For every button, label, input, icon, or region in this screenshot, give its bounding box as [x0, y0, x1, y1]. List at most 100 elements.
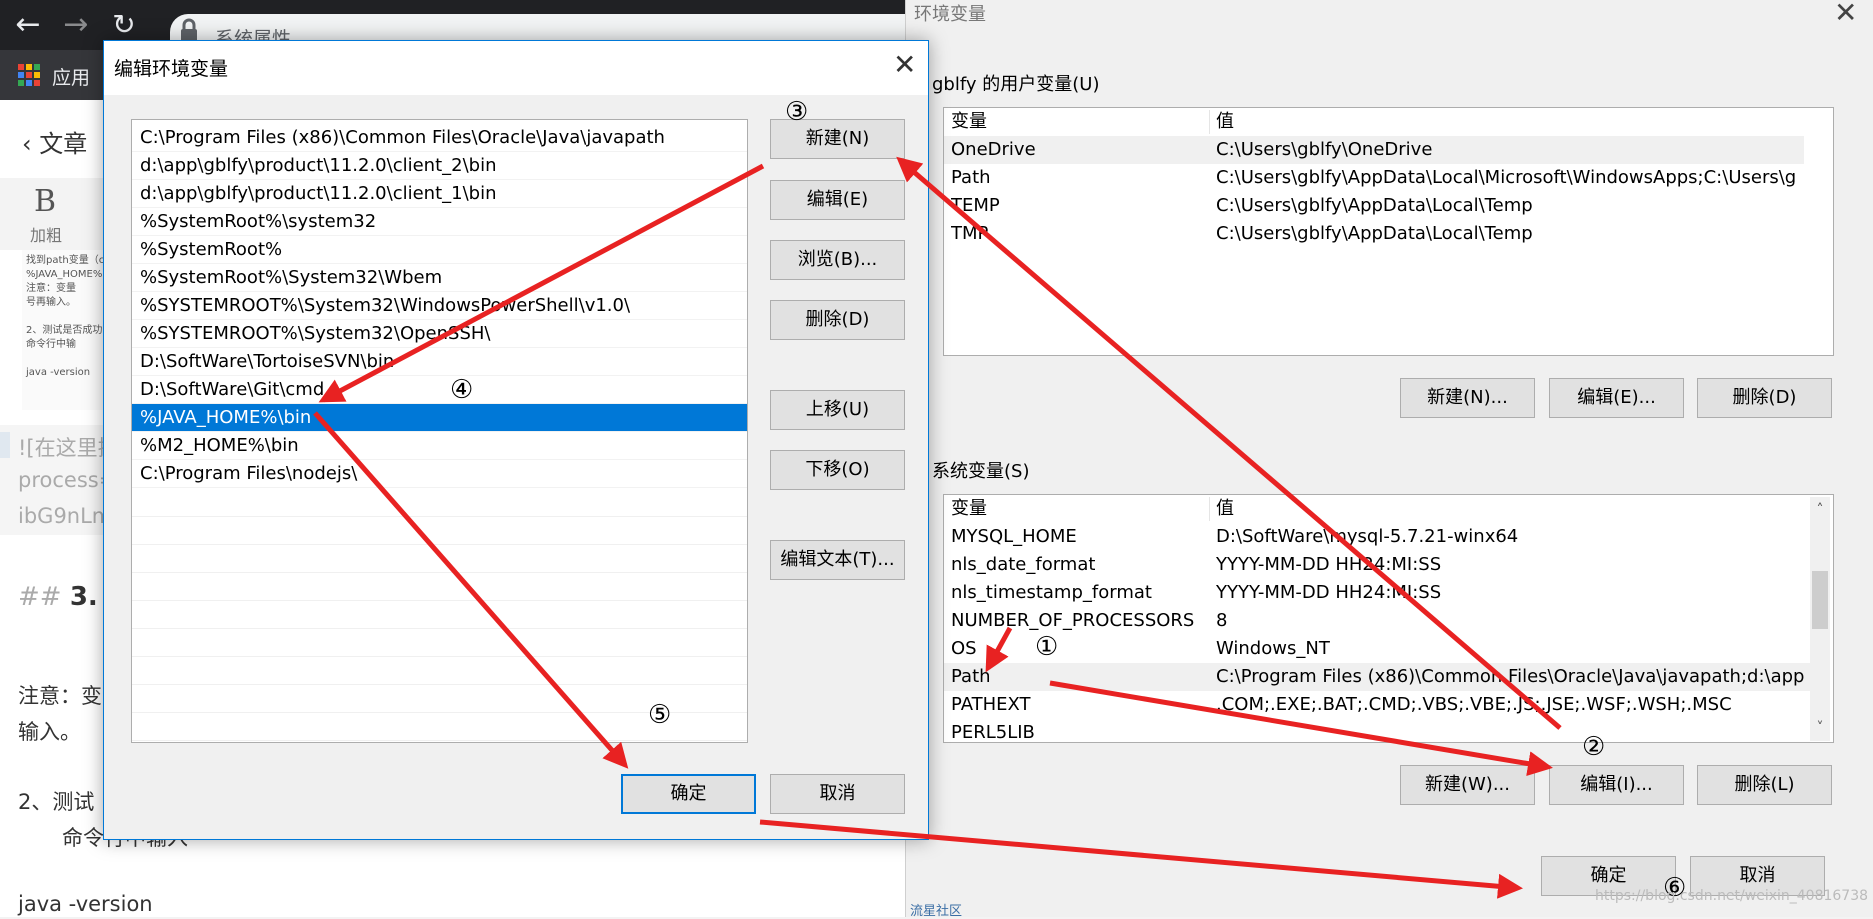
list-header: 变量 值: [944, 108, 1833, 136]
variable-row[interactable]: nls_timestamp_format YYYY-MM-DD HH24:MI:S…: [944, 579, 1810, 607]
column-header-value[interactable]: 值: [1216, 108, 1234, 136]
path-entry[interactable]: d:\app\gblfy\product\11.2.0\client_1\bin: [132, 180, 747, 208]
back-arrow-icon[interactable]: ←: [8, 5, 48, 45]
variable-name: NUMBER_OF_PROCESSORS: [951, 610, 1195, 631]
variable-name: nls_date_format: [951, 554, 1096, 575]
variable-value: C:\Users\gblfy\AppData\Local\Temp: [1216, 195, 1533, 216]
path-entry[interactable]: %SYSTEMROOT%\System32\WindowsPowerShell\…: [132, 292, 747, 320]
path-edit-button[interactable]: 编辑(E): [770, 180, 905, 220]
dialog-ok-button[interactable]: 确定: [621, 774, 756, 814]
reload-icon[interactable]: ↻: [104, 5, 144, 45]
system-variables-list[interactable]: 变量 值 MYSQL_HOME D:\SoftWare\mysql-5.7.21-…: [943, 494, 1834, 743]
apps-grid-dot: [18, 72, 24, 78]
thumbnail-line: 2、测试是否成功: [26, 325, 103, 336]
forward-arrow-icon[interactable]: →: [56, 5, 96, 45]
path-entries-list[interactable]: C:\Program Files (x86)\Common Files\Orac…: [131, 119, 748, 743]
empty-row[interactable]: [132, 544, 747, 573]
variable-row[interactable]: NUMBER_OF_PROCESSORS 8: [944, 607, 1810, 635]
apps-bookmark-label[interactable]: 应用: [52, 63, 90, 90]
variable-row[interactable]: MYSQL_HOME D:\SoftWare\mysql-5.7.21-winx6…: [944, 523, 1810, 551]
variable-name: TMP: [951, 223, 989, 244]
heading-text: 3.: [69, 582, 98, 612]
editor-preview-thumbnail: 找到path变量（c %JAVA_HOME% 注意：变量 号再输入。 2、测试是否成功命…: [22, 250, 114, 410]
article-back-link[interactable]: ‹ 文章: [22, 124, 87, 159]
empty-row[interactable]: [132, 488, 747, 517]
variable-value: 8: [1216, 610, 1228, 631]
path-entry[interactable]: D:\SoftWare\TortoiseSVN\bin: [132, 348, 747, 376]
user-edit-button[interactable]: 编辑(E)...: [1549, 378, 1684, 418]
thumbnail-line: 号再输入。: [26, 297, 76, 308]
user-new-button[interactable]: 新建(N)...: [1400, 378, 1535, 418]
section-heading: ## 3.: [18, 582, 98, 612]
variable-value: D:\SoftWare\mysql-5.7.21-winx64: [1216, 526, 1519, 547]
path-delete-button[interactable]: 删除(D): [770, 300, 905, 340]
apps-grid-dot: [26, 72, 32, 78]
path-entry[interactable]: C:\Program Files\nodejs\: [132, 460, 747, 488]
path-entry[interactable]: C:\Program Files (x86)\Common Files\Orac…: [132, 124, 747, 152]
empty-row[interactable]: [132, 712, 747, 741]
system-delete-button[interactable]: 删除(L): [1697, 765, 1832, 805]
user-variables-list[interactable]: 变量 值 OneDrive C:\Users\gblfy\OneDrive Path…: [943, 107, 1834, 356]
chevron-up-icon[interactable]: ˄: [1810, 497, 1830, 523]
chevron-down-icon[interactable]: ˅: [1810, 715, 1830, 741]
variable-value: YYYY-MM-DD HH24:MI:SS: [1216, 554, 1442, 575]
path-entry[interactable]: %SystemRoot%: [132, 236, 747, 264]
empty-row[interactable]: [132, 600, 747, 629]
column-header-value[interactable]: 值: [1216, 495, 1234, 523]
bold-button[interactable]: B: [34, 184, 56, 219]
path-entry[interactable]: %SYSTEMROOT%\System32\OpenSSH\: [132, 320, 747, 348]
window-title: 环境变量: [914, 4, 986, 25]
variable-row[interactable]: TEMP C:\Users\gblfy\AppData\Local\Temp: [944, 192, 1804, 220]
bold-button-label: 加粗: [30, 226, 63, 245]
empty-row[interactable]: [132, 628, 747, 657]
dialog-cancel-button[interactable]: 取消: [770, 774, 905, 814]
test-line: 2、测试: [18, 790, 95, 814]
system-variables-group-label: 系统变量(S): [932, 461, 1030, 482]
variable-row[interactable]: OneDrive C:\Users\gblfy\OneDrive: [944, 136, 1804, 164]
variable-row[interactable]: Path C:\Users\gblfy\AppData\Local\Microso…: [944, 164, 1804, 192]
footer-link[interactable]: 流星社区: [910, 900, 962, 919]
path-entry[interactable]: %JAVA_HOME%\bin: [132, 404, 747, 432]
variable-row[interactable]: TMP C:\Users\gblfy\AppData\Local\Temp: [944, 220, 1804, 248]
variable-row[interactable]: nls_date_format YYYY-MM-DD HH24:MI:SS: [944, 551, 1810, 579]
path-edit-text-button[interactable]: 编辑文本(T)...: [770, 540, 905, 580]
path-entry[interactable]: %SystemRoot%\System32\Wbem: [132, 264, 747, 292]
path-entry[interactable]: d:\app\gblfy\product\11.2.0\client_2\bin: [132, 152, 747, 180]
dialog-title: 编辑环境变量: [114, 58, 229, 80]
thumbnail-line: [26, 310, 110, 324]
empty-row[interactable]: [132, 516, 747, 545]
close-icon[interactable]: ✕: [893, 48, 916, 81]
editor-gutter-marker: [0, 432, 10, 458]
path-entry[interactable]: %SystemRoot%\system32: [132, 208, 747, 236]
empty-row[interactable]: [132, 572, 747, 601]
path-move-up-button[interactable]: 上移(U): [770, 390, 905, 430]
apps-grid-icon[interactable]: [18, 64, 40, 86]
close-icon[interactable]: ✕: [1834, 0, 1857, 29]
system-new-button[interactable]: 新建(W)...: [1400, 765, 1535, 805]
list-header: 变量 值: [944, 495, 1810, 523]
apps-grid-dot: [26, 80, 32, 86]
variable-row[interactable]: Path C:\Program Files (x86)\Common Files\…: [944, 663, 1810, 691]
path-new-button[interactable]: 新建(N): [770, 119, 905, 159]
scrollbar-thumb[interactable]: [1812, 571, 1828, 629]
column-header-variable[interactable]: 变量: [951, 495, 987, 523]
empty-row[interactable]: [132, 684, 747, 713]
variable-value: C:\Users\gblfy\OneDrive: [1216, 139, 1433, 160]
apps-grid-dot: [18, 64, 24, 70]
empty-row[interactable]: [132, 656, 747, 685]
variable-row[interactable]: OS Windows_NT: [944, 635, 1810, 663]
variable-row[interactable]: PATHEXT .COM;.EXE;.BAT;.CMD;.VBS;.VBE;.JS…: [944, 691, 1810, 719]
path-entry[interactable]: D:\SoftWare\Git\cmd: [132, 376, 747, 404]
path-browse-button[interactable]: 浏览(B)...: [770, 240, 905, 280]
markdown-line: process=: [18, 468, 117, 492]
variable-name: OS: [951, 638, 977, 659]
path-move-down-button[interactable]: 下移(O): [770, 450, 905, 490]
system-edit-button[interactable]: 编辑(I)...: [1549, 765, 1684, 805]
path-entry[interactable]: %M2_HOME%\bin: [132, 432, 747, 460]
user-delete-button[interactable]: 删除(D): [1697, 378, 1832, 418]
watermark: https://blog.csdn.net/weixin_40816738: [1595, 888, 1869, 904]
variable-row[interactable]: PERL5LIB: [944, 719, 1810, 742]
column-header-variable[interactable]: 变量: [951, 108, 987, 136]
variable-name: MYSQL_HOME: [951, 526, 1077, 547]
thumbnail-line: %JAVA_HOME%: [26, 269, 103, 280]
